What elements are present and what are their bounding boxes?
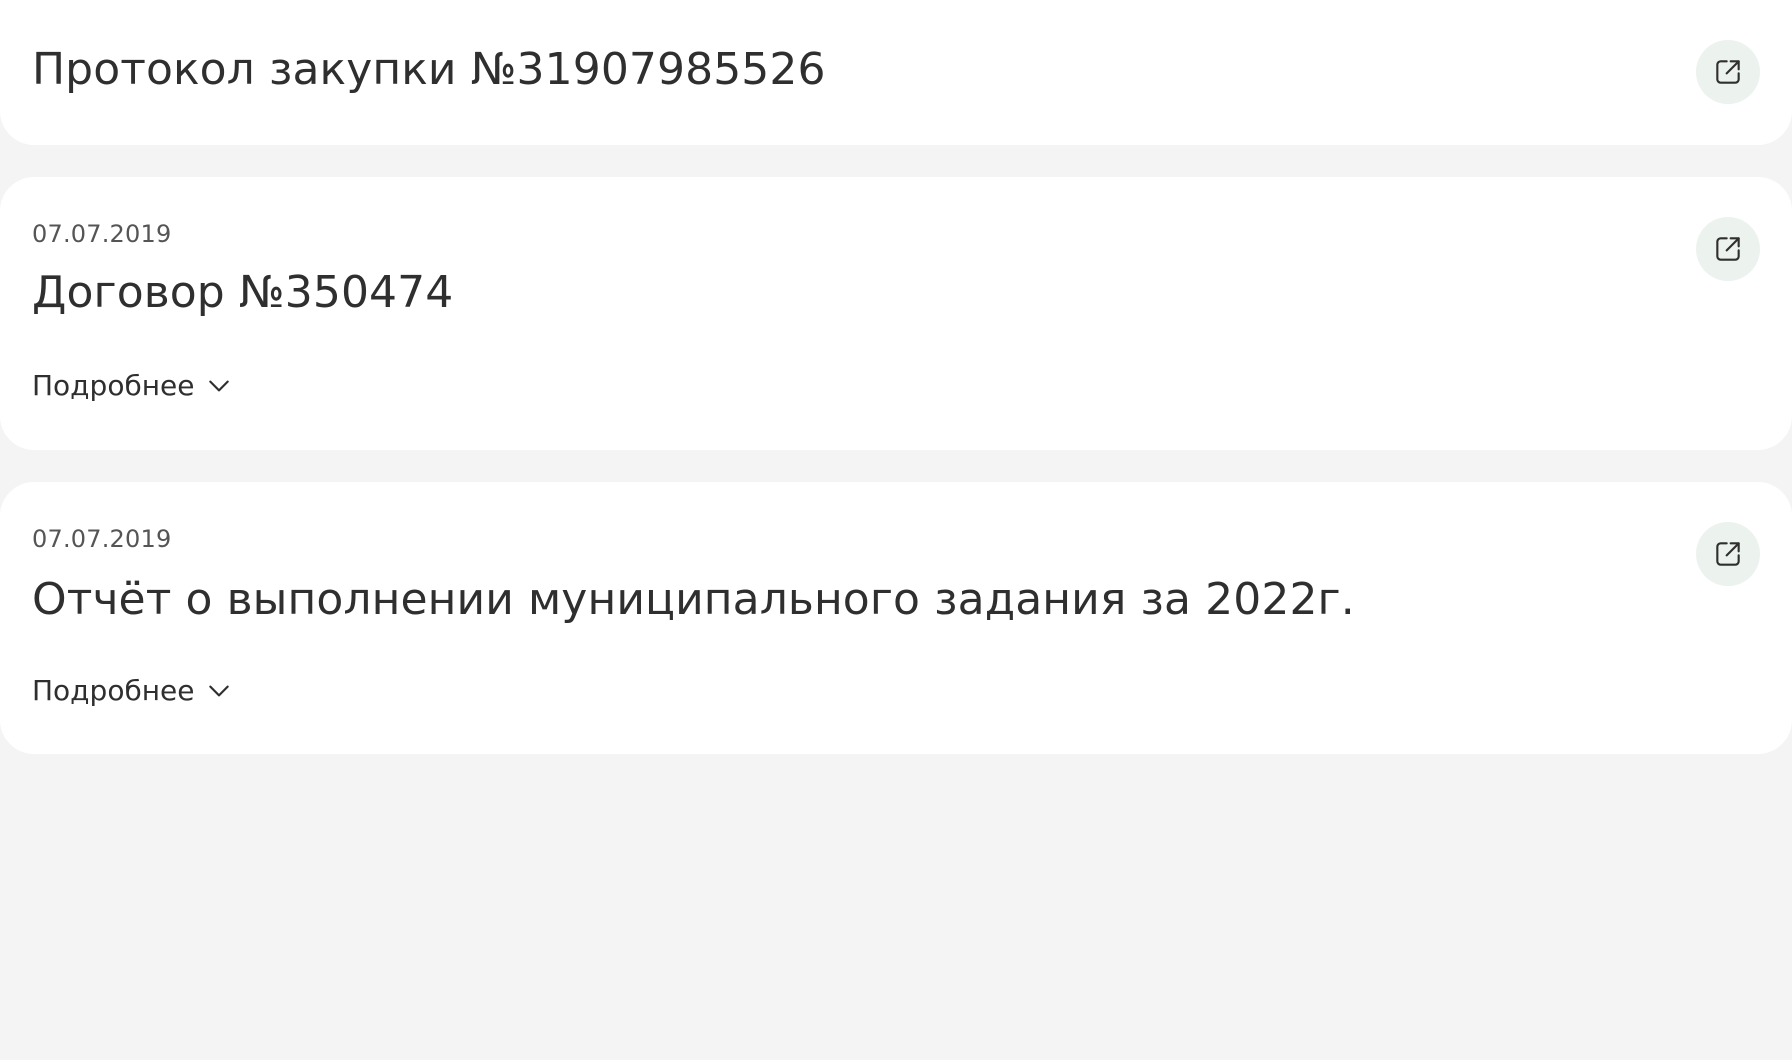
more-details-label: Подробнее xyxy=(32,369,195,402)
more-details-label: Подробнее xyxy=(32,674,195,707)
open-document-button[interactable] xyxy=(1696,217,1760,281)
document-date: 07.07.2019 xyxy=(32,525,172,553)
chevron-down-icon xyxy=(209,380,230,391)
open-document-button[interactable] xyxy=(1696,522,1760,586)
more-details-toggle[interactable]: Подробнее xyxy=(32,674,232,707)
document-card: 07.07.2019 Отчёт о выполнении муниципаль… xyxy=(0,482,1792,754)
chevron-down-icon xyxy=(209,685,230,696)
document-title[interactable]: Отчёт о выполнении муниципального задани… xyxy=(32,574,1355,625)
document-title[interactable]: Протокол закупки №31907985526 xyxy=(32,44,826,95)
document-card: 07.07.2019 Договор №350474 Подробнее xyxy=(0,177,1792,450)
more-details-toggle[interactable]: Подробнее xyxy=(32,369,232,402)
external-link-icon xyxy=(1716,237,1740,261)
external-link-icon xyxy=(1716,542,1740,566)
document-card: Протокол закупки №31907985526 xyxy=(0,0,1792,145)
document-date: 07.07.2019 xyxy=(32,220,172,248)
external-link-icon xyxy=(1716,60,1740,84)
open-document-button[interactable] xyxy=(1696,40,1760,104)
document-title[interactable]: Договор №350474 xyxy=(32,267,453,318)
